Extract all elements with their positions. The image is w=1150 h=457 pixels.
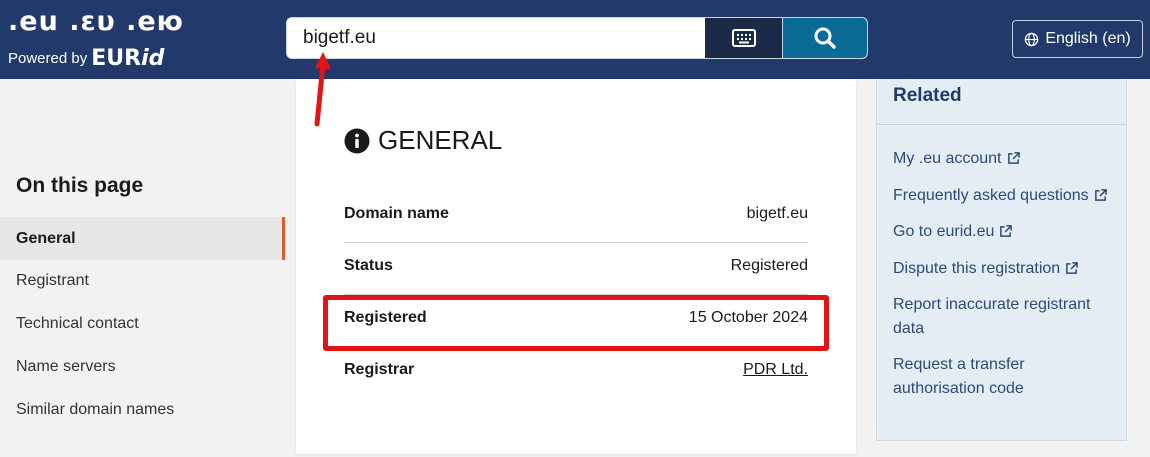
related-link-report-inaccurate[interactable]: Report inaccurate registrant data [893, 293, 1118, 341]
related-link-dispute[interactable]: Dispute this registration [893, 257, 1118, 281]
search-icon [814, 27, 836, 49]
on-this-page-title: On this page [16, 174, 144, 197]
domain-search-input[interactable] [286, 17, 706, 59]
logo-tlds: .eu .ευ .ею [8, 6, 184, 37]
related-link-label: Go to eurid.eu [893, 223, 995, 240]
related-divider [877, 124, 1126, 125]
search-button[interactable] [783, 17, 868, 59]
toc-item-general[interactable]: General [0, 217, 285, 260]
language-label: English (en) [1045, 30, 1131, 47]
globe-icon [1025, 32, 1039, 46]
eurid-logo[interactable]: .eu .ευ .ею Powered by EURid [8, 6, 188, 71]
external-link-icon [1000, 225, 1013, 237]
related-link-label: Dispute this registration [893, 260, 1061, 277]
registrar-row: Registrar PDR Ltd. [344, 344, 808, 396]
status-row: Status Registered [344, 240, 808, 292]
domain-name-label: Domain name [344, 205, 449, 222]
logo-powered-by: Powered by EURid [8, 46, 164, 71]
registrar-link[interactable]: PDR Ltd. [743, 361, 808, 379]
general-section-heading: GENERAL [344, 125, 502, 156]
info-icon [344, 128, 370, 153]
toc-item-similar-domain-names[interactable]: Similar domain names [0, 388, 285, 431]
keyboard-icon [731, 29, 756, 47]
language-selector[interactable]: English (en) [1012, 20, 1143, 58]
powered-by-text: Powered by [8, 50, 88, 67]
annotation-highlight-box [323, 295, 829, 351]
related-title: Related [893, 85, 962, 106]
general-title: GENERAL [378, 125, 503, 155]
toc-item-name-servers[interactable]: Name servers [0, 345, 285, 388]
external-link-icon [1066, 262, 1079, 274]
domain-name-value: bigetf.eu [746, 205, 808, 222]
related-link-label: Frequently asked questions [893, 187, 1089, 204]
related-link-go-to-eurid[interactable]: Go to eurid.eu [893, 220, 1118, 244]
annotation-arrow-icon [314, 52, 331, 127]
related-link-label: My .eu account [893, 150, 1002, 167]
top-header: .eu .ευ .ею Powered byEURid English (en) [0, 0, 1150, 79]
related-link-request-transfer-code[interactable]: Request a transfer authorisation code [893, 353, 1118, 401]
status-value: Registered [730, 257, 808, 274]
registrar-label: Registrar [344, 361, 415, 378]
related-link-my-eu-account[interactable]: My .eu account [893, 147, 1118, 171]
virtual-keyboard-button[interactable] [705, 17, 783, 59]
status-label: Status [344, 257, 393, 274]
domain-name-row: Domain name bigetf.eu [344, 188, 808, 240]
toc-item-registrant[interactable]: Registrant [0, 259, 285, 302]
external-link-icon [1007, 152, 1020, 164]
external-link-icon [1094, 189, 1107, 201]
logo-brand: EURid [91, 46, 164, 71]
brand-main: EUR [91, 46, 142, 71]
related-panel: Related My .eu account Frequently asked … [876, 79, 1127, 441]
brand-italic: id [141, 46, 165, 71]
related-link-faq[interactable]: Frequently asked questions [893, 184, 1118, 208]
toc-item-technical-contact[interactable]: Technical contact [0, 302, 285, 345]
